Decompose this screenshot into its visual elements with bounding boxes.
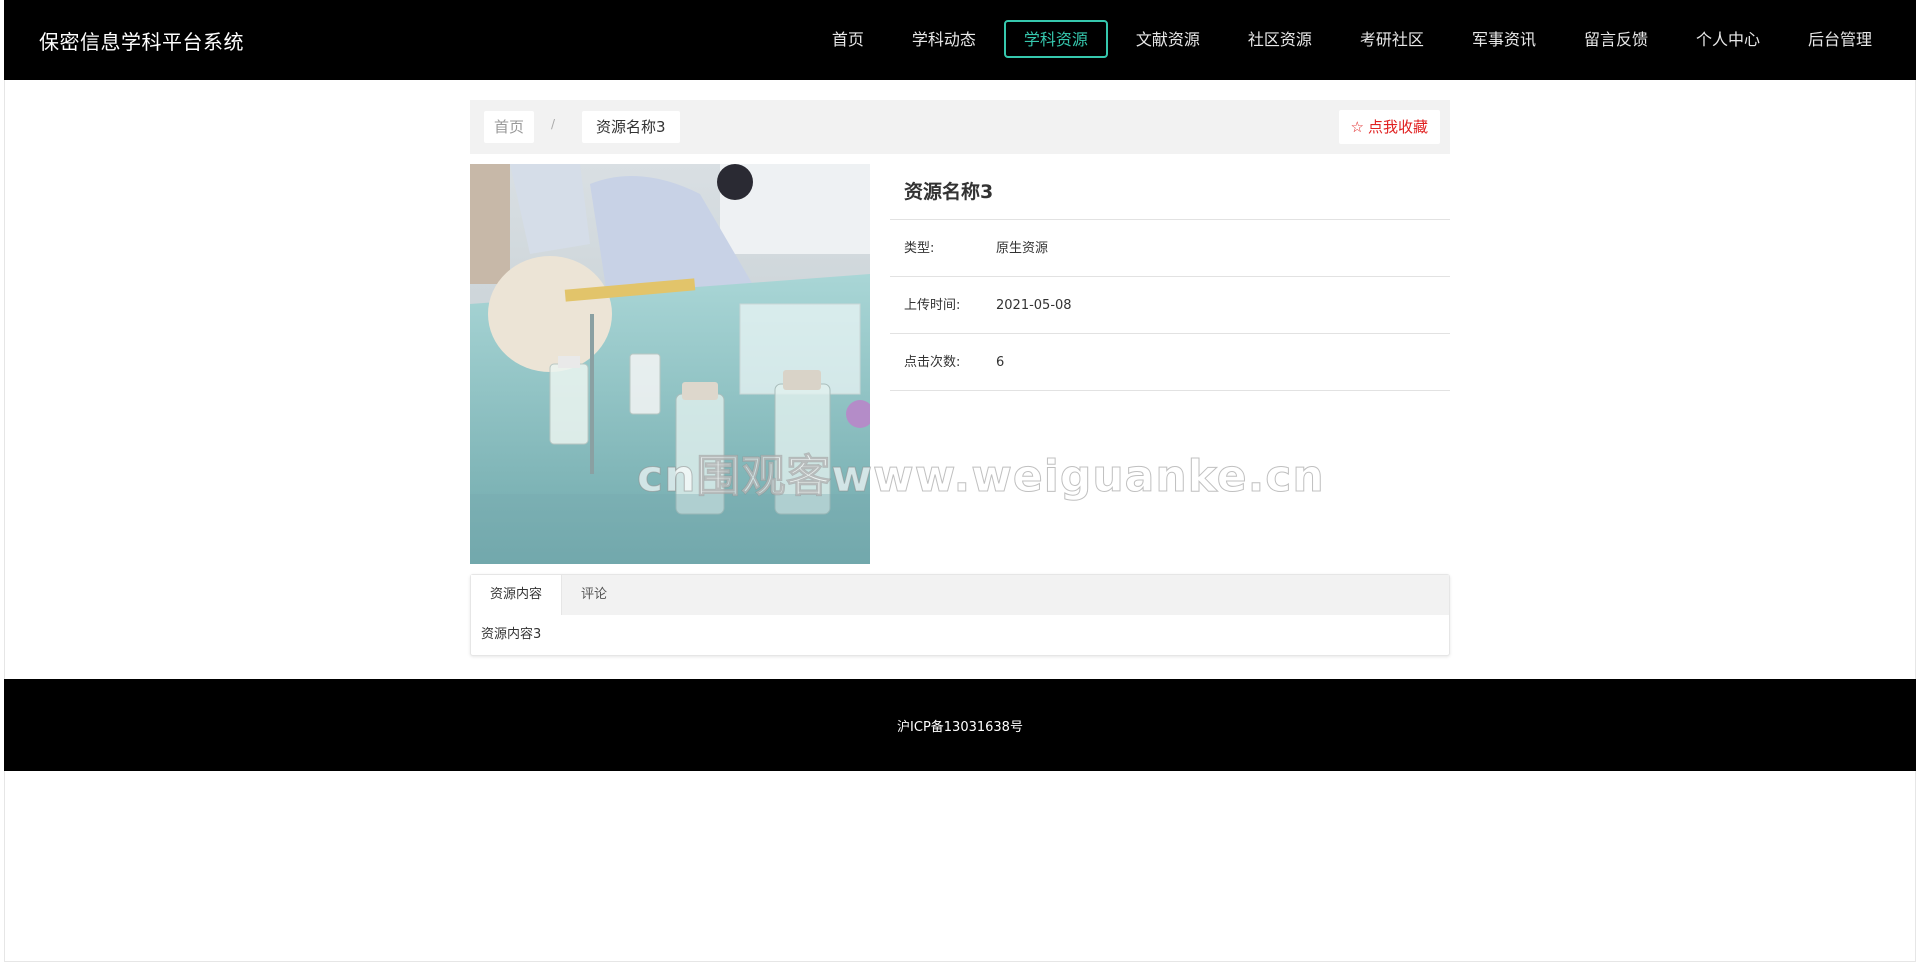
tab-content: 资源内容3 — [481, 627, 542, 642]
favorite-button[interactable]: ☆ 点我收藏 — [1338, 110, 1440, 144]
nav-item-subject-resources[interactable]: 学科资源 — [1003, 20, 1108, 58]
tab-bar: 资源内容 评论 — [471, 575, 1449, 615]
main-container: 首页 / 资源名称3 ☆ 点我收藏 资源名称3 类型: 原生资源 上传时间: 2… — [470, 100, 1450, 656]
breadcrumb-current: 资源名称3 — [582, 111, 680, 143]
top-header: 保密信息学科平台系统 首页 学科动态 学科资源 文献资源 社区资源 考研社区 军… — [4, 0, 1916, 80]
lab-photo-illustration — [470, 164, 870, 564]
nav-item-subject-news[interactable]: 学科动态 — [892, 20, 996, 58]
click-count-value: 6 — [996, 355, 1005, 370]
type-label: 类型: — [904, 241, 935, 256]
nav-item-exam-community[interactable]: 考研社区 — [1340, 20, 1444, 58]
page-footer: 沪ICP备13031638号 — [4, 679, 1916, 771]
nav-item-admin[interactable]: 后台管理 — [1788, 20, 1892, 58]
info-row-click-count: 点击次数: 6 — [890, 334, 1450, 391]
nav-item-personal-center[interactable]: 个人中心 — [1676, 20, 1780, 58]
icp-record: 沪ICP备13031638号 — [897, 720, 1023, 735]
nav-item-literature[interactable]: 文献资源 — [1116, 20, 1220, 58]
upload-time-label: 上传时间: — [904, 298, 961, 313]
breadcrumb-separator: / — [551, 117, 556, 131]
resource-image — [470, 164, 870, 564]
upload-time-value: 2021-05-08 — [996, 298, 1072, 313]
breadcrumb-home[interactable]: 首页 — [484, 111, 535, 143]
content-tabs: 资源内容 评论 资源内容3 — [470, 574, 1450, 656]
site-brand[interactable]: 保密信息学科平台系统 — [39, 26, 244, 55]
type-value: 原生资源 — [996, 241, 1049, 256]
click-count-label: 点击次数: — [904, 355, 961, 370]
nav-item-feedback[interactable]: 留言反馈 — [1564, 20, 1668, 58]
info-row-type: 类型: 原生资源 — [890, 220, 1450, 277]
tab-comments[interactable]: 评论 — [562, 575, 626, 615]
favorite-label: 点我收藏 — [1367, 118, 1428, 136]
resource-detail: 资源名称3 类型: 原生资源 上传时间: 2021-05-08 点击次数: 6 — [470, 154, 1450, 564]
info-row-upload-time: 上传时间: 2021-05-08 — [890, 277, 1450, 334]
breadcrumb: 首页 / 资源名称3 ☆ 点我收藏 — [470, 100, 1450, 154]
nav-item-home[interactable]: 首页 — [812, 20, 884, 58]
tab-resource-content[interactable]: 资源内容 — [471, 575, 563, 615]
main-nav: 首页 学科动态 学科资源 文献资源 社区资源 考研社区 军事资讯 留言反馈 个人… — [804, 20, 1892, 58]
star-outline-icon: ☆ — [1350, 118, 1364, 136]
nav-item-community-resources[interactable]: 社区资源 — [1228, 20, 1332, 58]
nav-item-military-news[interactable]: 军事资讯 — [1452, 20, 1556, 58]
resource-info: 资源名称3 类型: 原生资源 上传时间: 2021-05-08 点击次数: 6 — [890, 164, 1450, 391]
resource-title: 资源名称3 — [890, 164, 1450, 220]
